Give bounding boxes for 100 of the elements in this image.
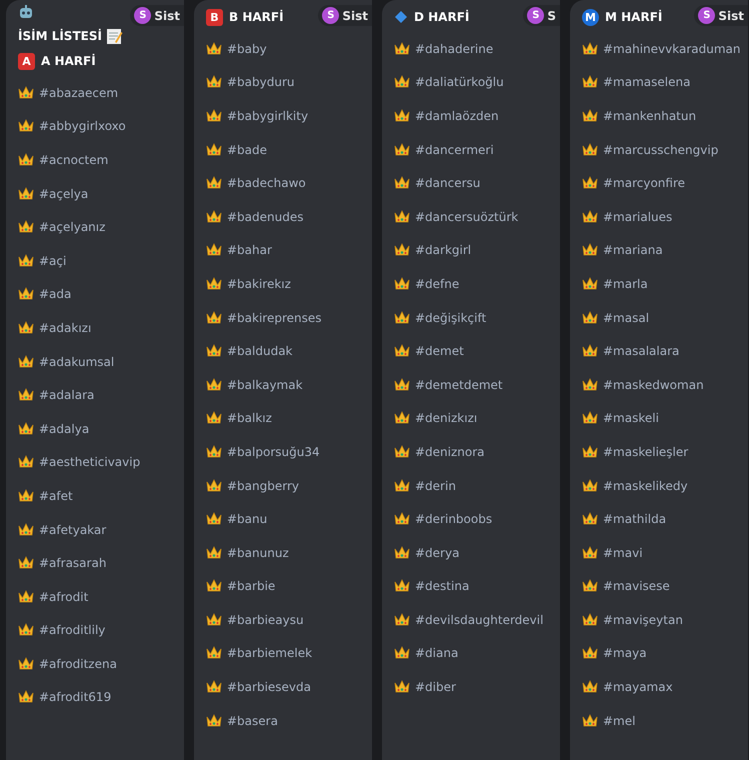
- hashtag-text[interactable]: #maskelikedy: [603, 478, 688, 493]
- crown-icon: [582, 108, 598, 123]
- hashtag-text[interactable]: #bahar: [227, 243, 272, 258]
- crown-icon: [582, 546, 598, 560]
- crown-icon: [394, 646, 410, 660]
- memo-icon: [106, 28, 123, 44]
- hashtag-text[interactable]: #daliatürkoğlu: [415, 75, 504, 90]
- hashtag-text[interactable]: #abazaecem: [39, 86, 118, 100]
- hashtag-text[interactable]: #açelya: [39, 186, 88, 201]
- hashtag-text[interactable]: #balkız: [227, 411, 272, 426]
- hashtag-text[interactable]: #dahaderine: [415, 42, 494, 56]
- hashtag-text[interactable]: #maskelieşler: [603, 444, 688, 459]
- hashtag-text[interactable]: #baby: [227, 42, 267, 56]
- hashtag-text[interactable]: #afroditzena: [39, 656, 117, 671]
- hashtag-text[interactable]: #derin: [415, 478, 456, 493]
- hashtag-text[interactable]: #banu: [227, 512, 268, 526]
- hashtag-text[interactable]: #afrasarah: [39, 556, 106, 570]
- hashtag-text[interactable]: #babyduru: [227, 75, 295, 90]
- hashtag-text[interactable]: #deniznora: [415, 444, 485, 459]
- hashtag-text[interactable]: #marialues: [603, 210, 672, 224]
- sender-chip[interactable]: S S: [523, 5, 560, 26]
- hashtag-text[interactable]: #afrodit: [39, 590, 88, 604]
- letter-icon: M: [582, 8, 599, 26]
- hashtag-text[interactable]: #adalya: [39, 422, 90, 436]
- hashtag-text[interactable]: #afet: [39, 488, 73, 503]
- hashtag-text[interactable]: #açelyanız: [39, 220, 106, 234]
- hashtag-text[interactable]: #destina: [415, 579, 470, 594]
- hashtag-text[interactable]: #aestheticivavip: [39, 455, 140, 470]
- hashtag-text[interactable]: #barbiemelek: [227, 646, 312, 660]
- hashtag-text[interactable]: #mahinevvkaraduman: [603, 42, 740, 56]
- avatar: S: [322, 7, 340, 24]
- hashtag-text[interactable]: #değişikçift: [415, 310, 486, 325]
- crown-icon: [582, 680, 598, 694]
- hashtag-text[interactable]: #abbygirlxoxo: [39, 119, 126, 134]
- hashtag-text[interactable]: #damlaözden: [415, 108, 499, 123]
- hashtag-text[interactable]: #babygirlkity: [227, 108, 308, 123]
- hashtag-text[interactable]: #balkaymak: [227, 378, 303, 392]
- hashtag-text[interactable]: #mavisese: [603, 579, 670, 594]
- hashtag-text[interactable]: #dancermeri: [415, 142, 494, 157]
- sender-chip[interactable]: S Sist: [318, 5, 372, 26]
- sender-chip[interactable]: S Sist: [130, 5, 184, 26]
- hashtag-text[interactable]: #bade: [227, 142, 268, 157]
- hashtag-text[interactable]: #darkgirl: [415, 243, 472, 258]
- hashtag-text[interactable]: #bakirekız: [227, 276, 291, 291]
- hashtag-text[interactable]: #dancersuöztürk: [415, 210, 518, 224]
- hashtag-text[interactable]: #maya: [603, 646, 647, 660]
- hashtag-text[interactable]: #marla: [603, 276, 648, 291]
- hashtag-text[interactable]: #mayamax: [603, 680, 673, 694]
- hashtag-text[interactable]: #adalara: [39, 388, 94, 402]
- hashtag-text[interactable]: #defne: [415, 276, 460, 291]
- crown-icon: [206, 176, 222, 190]
- hashtag-text[interactable]: #mariana: [603, 243, 663, 258]
- crown-icon: [18, 488, 34, 503]
- hashtag-text[interactable]: #badenudes: [227, 210, 304, 224]
- crown-icon: [394, 444, 410, 459]
- hashtag-text[interactable]: #maskeli: [603, 411, 659, 426]
- hashtag-text[interactable]: #derinboobs: [415, 512, 492, 526]
- hashtag-text[interactable]: #banunuz: [227, 546, 289, 560]
- hashtag-text[interactable]: #demet: [415, 344, 464, 358]
- hashtag-text[interactable]: #masal: [603, 310, 650, 325]
- hashtag-text[interactable]: #badechawo: [227, 176, 306, 190]
- hashtag-text[interactable]: #barbieaysu: [227, 612, 304, 627]
- crown-icon: [394, 680, 410, 694]
- hashtag-text[interactable]: #masalalara: [603, 344, 680, 358]
- sender-chip[interactable]: S Sist: [694, 5, 748, 26]
- hashtag-text[interactable]: #baldudak: [227, 344, 293, 358]
- hashtag-text[interactable]: #denizkızı: [415, 411, 478, 426]
- hashtag-text[interactable]: #afroditlily: [39, 623, 106, 638]
- hashtag-text[interactable]: #acnoctem: [39, 152, 108, 167]
- hashtag-text[interactable]: #mathilda: [603, 512, 666, 526]
- hashtag-text[interactable]: #mavişeytan: [603, 612, 683, 627]
- hashtag-text[interactable]: #bangberry: [227, 478, 300, 493]
- hashtag-text[interactable]: #mankenhatun: [603, 108, 696, 123]
- hashtag-text[interactable]: #afetyakar: [39, 522, 106, 537]
- crown-icon: [394, 579, 410, 594]
- hashtag-text[interactable]: #derya: [415, 546, 460, 560]
- list-title: İSİM LİSTESİ: [18, 29, 102, 43]
- hashtag-text[interactable]: #diber: [415, 680, 456, 694]
- hashtag-text[interactable]: #marcusschengvip: [603, 142, 718, 157]
- hashtag-text[interactable]: #afrodit619: [39, 690, 112, 704]
- hashtag-text[interactable]: #bakireprenses: [227, 310, 322, 325]
- hashtag-text[interactable]: #diana: [415, 646, 458, 660]
- hashtag-text[interactable]: #mavi: [603, 546, 643, 560]
- hashtag-text[interactable]: #maskedwoman: [603, 378, 704, 392]
- hashtag-text[interactable]: #dancersu: [415, 176, 480, 190]
- hashtag-text[interactable]: #basera: [227, 714, 278, 728]
- crown-icon: [582, 176, 598, 190]
- crown-icon: [582, 142, 598, 157]
- hashtag-text[interactable]: #adakumsal: [39, 354, 114, 369]
- hashtag-text[interactable]: #mamaselena: [603, 75, 690, 90]
- hashtag-text[interactable]: #barbiesevda: [227, 680, 311, 694]
- hashtag-text[interactable]: #açi: [39, 254, 66, 268]
- hashtag-text[interactable]: #devilsdaughterdevil: [415, 612, 544, 627]
- hashtag-text[interactable]: #mel: [603, 714, 636, 728]
- hashtag-text[interactable]: #adakızı: [39, 320, 92, 335]
- hashtag-text[interactable]: #balporsuğu34: [227, 444, 320, 459]
- hashtag-text[interactable]: #barbie: [227, 579, 276, 594]
- hashtag-text[interactable]: #marcyonfire: [603, 176, 686, 190]
- hashtag-text[interactable]: #demetdemet: [415, 378, 503, 392]
- hashtag-text[interactable]: #ada: [39, 287, 72, 302]
